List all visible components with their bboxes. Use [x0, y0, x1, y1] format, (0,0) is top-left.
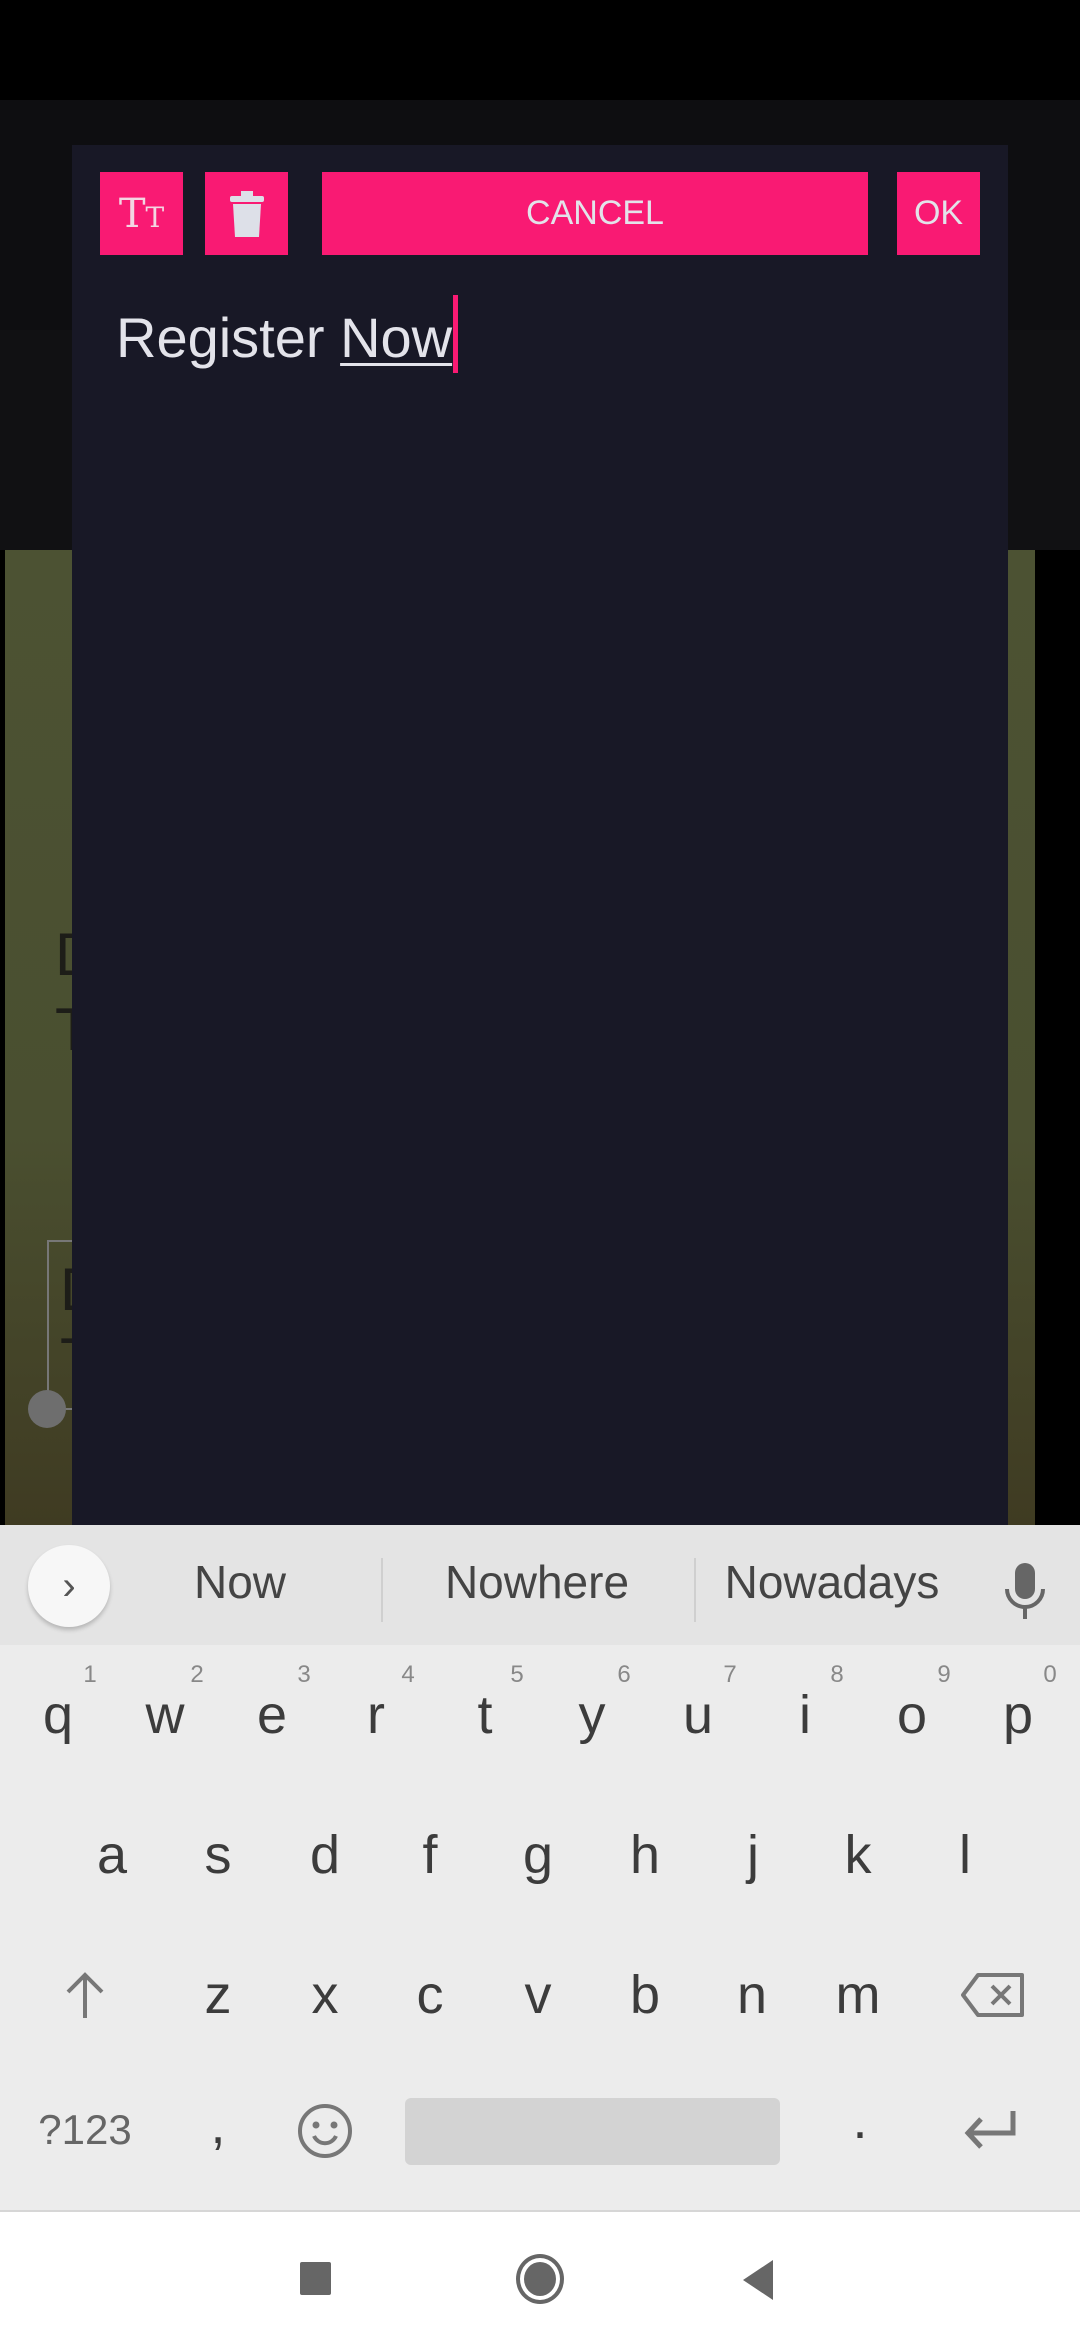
status-bar	[0, 0, 1080, 100]
navigation-bar	[0, 2210, 1080, 2340]
enter-icon[interactable]	[963, 2109, 1019, 2153]
key-l[interactable]: l	[959, 1828, 971, 1882]
key-m[interactable]: m	[836, 1968, 881, 2022]
key-k[interactable]: k	[845, 1828, 872, 1882]
soft-keyboard: › Now Nowhere Nowadays q1 w2 e3 r4 t5 y6 u7 i8 o…	[0, 1525, 1080, 2210]
key-z[interactable]: z	[205, 1968, 232, 2022]
key-w[interactable]: w	[146, 1688, 185, 1742]
key-n[interactable]: n	[737, 1968, 767, 2022]
suggestion-strip: › Now Nowhere Nowadays	[0, 1525, 1080, 1645]
back-button[interactable]	[742, 2260, 774, 2300]
key-s[interactable]: s	[205, 1828, 232, 1882]
cancel-button[interactable]: CANCEL	[322, 172, 868, 255]
recents-button[interactable]	[300, 2262, 331, 2295]
key-c[interactable]: c	[417, 1968, 444, 2022]
key-hint-6: 6	[617, 1661, 631, 1688]
text-edit-dialog: TT CANCEL OK Register Now	[72, 145, 1008, 1525]
chevron-right-icon: ›	[62, 1563, 76, 1608]
key-o[interactable]: o	[897, 1688, 927, 1742]
key-hint-8: 8	[830, 1661, 844, 1688]
divider	[694, 1558, 696, 1622]
key-g[interactable]: g	[523, 1828, 553, 1882]
delete-button[interactable]	[205, 172, 288, 255]
text-size-icon: TT	[118, 190, 165, 237]
key-u[interactable]: u	[683, 1688, 713, 1742]
suggestion[interactable]: Nowadays	[725, 1555, 940, 1609]
suggestion[interactable]: Nowhere	[445, 1555, 629, 1609]
suggestion[interactable]: Now	[194, 1555, 286, 1609]
key-hint-3: 3	[297, 1661, 311, 1688]
key-p[interactable]: p	[1003, 1688, 1033, 1742]
key-hint-0: 0	[1043, 1661, 1057, 1688]
key-hint-5: 5	[510, 1661, 524, 1688]
resize-handle[interactable]	[28, 1390, 66, 1428]
space-bar[interactable]	[405, 2098, 780, 2165]
key-v[interactable]: v	[525, 1968, 552, 2022]
key-e[interactable]: e	[257, 1688, 287, 1742]
key-f[interactable]: f	[422, 1828, 437, 1882]
key-t[interactable]: t	[477, 1688, 492, 1742]
key-hint-1: 1	[83, 1661, 97, 1688]
key-q[interactable]: q	[43, 1688, 73, 1742]
ok-button[interactable]: OK	[897, 172, 980, 255]
text-size-button[interactable]: TT	[100, 172, 183, 255]
text-value: Register	[116, 306, 341, 369]
key-j[interactable]: j	[747, 1828, 759, 1882]
key-a[interactable]: a	[97, 1828, 127, 1882]
key-hint-7: 7	[723, 1661, 737, 1688]
composing-text: Now	[340, 306, 453, 369]
emoji-icon[interactable]	[297, 2103, 353, 2159]
backspace-icon[interactable]	[960, 1972, 1026, 2018]
home-button[interactable]	[516, 2254, 564, 2304]
period-key[interactable]: .	[852, 2093, 867, 2147]
key-r[interactable]: r	[367, 1688, 385, 1742]
key-d[interactable]: d	[310, 1828, 340, 1882]
key-hint-2: 2	[190, 1661, 204, 1688]
key-hint-9: 9	[937, 1661, 951, 1688]
microphone-icon[interactable]	[1002, 1563, 1048, 1619]
key-y[interactable]: y	[579, 1688, 606, 1742]
text-cursor	[453, 295, 459, 373]
key-x[interactable]: x	[312, 1968, 339, 2022]
symbols-key[interactable]: ?123	[38, 2109, 131, 2151]
key-h[interactable]: h	[630, 1828, 660, 1882]
divider	[381, 1558, 383, 1622]
key-hint-4: 4	[401, 1661, 415, 1688]
key-i[interactable]: i	[799, 1688, 811, 1742]
shift-icon[interactable]	[62, 1972, 108, 2020]
trash-icon	[229, 190, 264, 237]
key-b[interactable]: b	[630, 1968, 660, 2022]
text-input[interactable]: Register Now	[116, 295, 459, 373]
comma-key[interactable]: ,	[210, 2098, 225, 2152]
expand-toolbar-button[interactable]: ›	[28, 1545, 110, 1627]
